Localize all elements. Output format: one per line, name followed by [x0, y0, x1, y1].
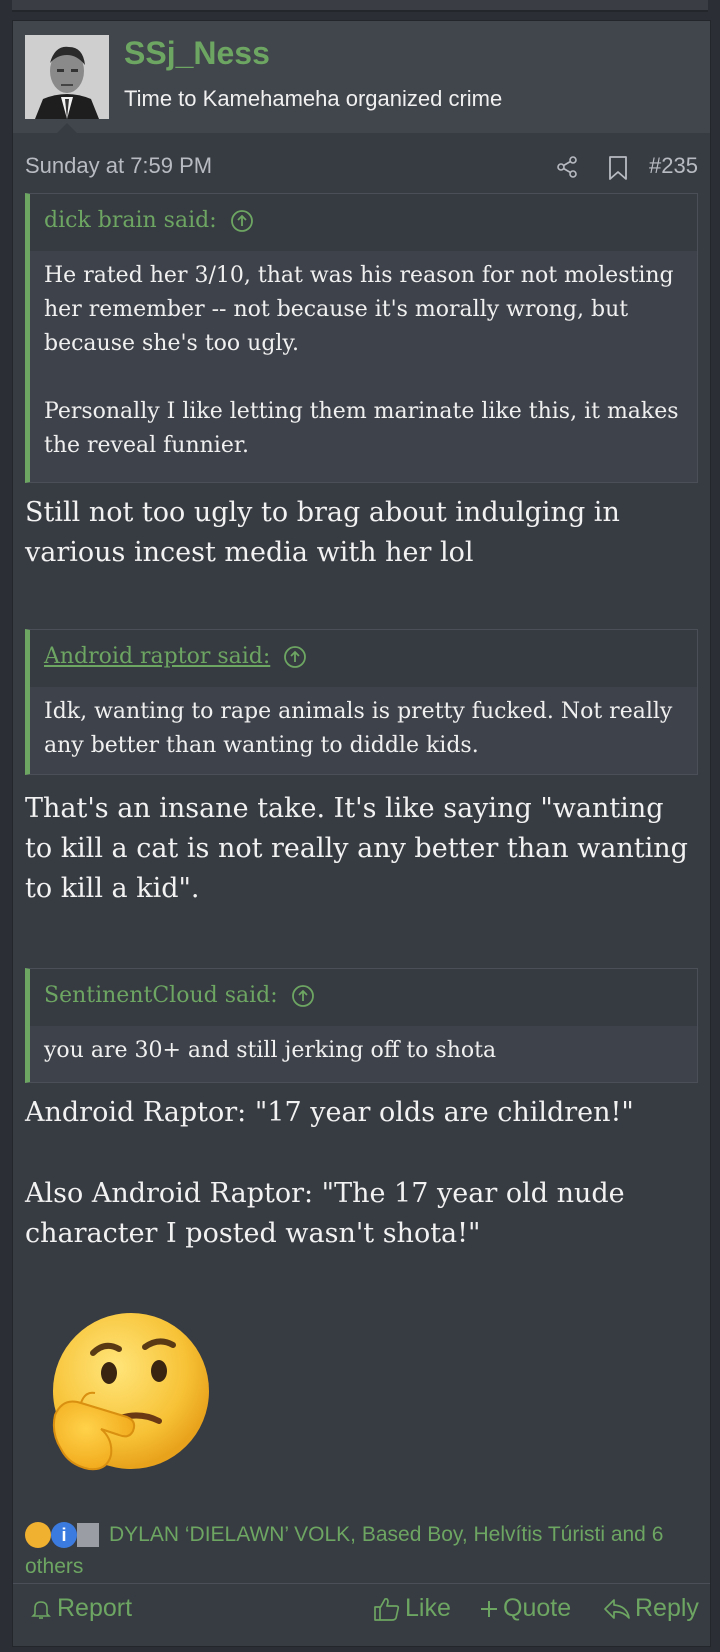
quote-button[interactable]: Quote [479, 1594, 571, 1623]
avatar-pointer [57, 123, 77, 133]
quote-paragraph: Personally I like letting them marinate … [44, 399, 679, 458]
avatar[interactable] [25, 35, 109, 119]
quote-paragraph: He rated her 3/10, that was his reason f… [44, 263, 674, 356]
report-label: Report [57, 1594, 133, 1622]
share-icon[interactable] [555, 155, 579, 179]
quote-paragraph: you are 30+ and still jerking off to sho… [44, 1038, 497, 1063]
report-button[interactable]: Report [29, 1594, 132, 1623]
quote-paragraph: Idk, wanting to rape animals is pretty f… [44, 699, 673, 758]
like-button[interactable]: Like [373, 1594, 451, 1623]
reactions-bar[interactable]: i DYLAN ‘DIELAWN’ VOLK, Based Boy, Helví… [25, 1519, 705, 1583]
jump-to-quote-icon[interactable] [283, 645, 307, 669]
quote-block: dick brain said: He rated her 3/10, that… [25, 193, 698, 483]
reactions-list[interactable]: DYLAN ‘DIELAWN’ VOLK, Based Boy, Helvíti… [25, 1523, 663, 1578]
quote-author[interactable]: Android raptor said: [44, 644, 270, 669]
bookmark-icon[interactable] [607, 155, 629, 181]
quote-body: you are 30+ and still jerking off to sho… [30, 1026, 697, 1080]
post-actions: Report Like Quote Reply [13, 1583, 710, 1646]
jump-to-quote-icon[interactable] [230, 209, 254, 233]
username[interactable]: SSj_Ness [124, 35, 270, 72]
reply-arrow-icon [604, 1598, 630, 1619]
reply-text: That's an insane take. It's like saying … [25, 793, 688, 904]
forum-post: SSj_Ness Time to Kamehameha organized cr… [12, 20, 711, 1647]
quote-block: SentinentCloud said: you are 30+ and sti… [25, 968, 698, 1083]
plus-icon [481, 1600, 497, 1617]
like-label: Like [405, 1594, 451, 1622]
quote-block: Android raptor said: Idk, wanting to rap… [25, 629, 698, 775]
quote-label: Quote [503, 1594, 572, 1622]
reaction-icons[interactable]: i [25, 1520, 103, 1550]
quote-body: Idk, wanting to rape animals is pretty f… [30, 687, 697, 775]
thumbs-up-icon [374, 1597, 400, 1621]
post-number[interactable]: #235 [649, 153, 698, 179]
reply-text: Still not too ugly to brag about indulgi… [25, 497, 620, 568]
yawning-face-icon [25, 1522, 51, 1549]
post-date[interactable]: Sunday at 7:59 PM [25, 153, 212, 179]
reply-label: Reply [635, 1594, 699, 1622]
quote-header[interactable]: dick brain said: [30, 194, 697, 251]
post-meta: Sunday at 7:59 PM #235 [25, 147, 698, 183]
jump-to-quote-icon[interactable] [291, 984, 315, 1008]
quote-header[interactable]: SentinentCloud said: [30, 969, 697, 1026]
user-title: Time to Kamehameha organized crime [124, 86, 503, 111]
trash-can-icon [77, 1523, 99, 1548]
information-icon: i [51, 1522, 77, 1549]
previous-post-edge [12, 0, 708, 12]
post-user-header: SSj_Ness Time to Kamehameha organized cr… [13, 21, 710, 133]
quote-author[interactable]: SentinentCloud said: [44, 983, 278, 1008]
quote-author[interactable]: dick brain said: [44, 208, 217, 233]
reply-text: Also Android Raptor: "The 17 year old nu… [25, 1178, 625, 1249]
reply-button[interactable]: Reply [603, 1594, 699, 1623]
quote-header[interactable]: Android raptor said: [30, 630, 697, 687]
bell-icon [31, 1600, 51, 1619]
quote-body: He rated her 3/10, that was his reason f… [30, 251, 697, 475]
thinking-face-icon [52, 1313, 209, 1471]
reply-text: Android Raptor: "17 year olds are childr… [25, 1097, 634, 1128]
